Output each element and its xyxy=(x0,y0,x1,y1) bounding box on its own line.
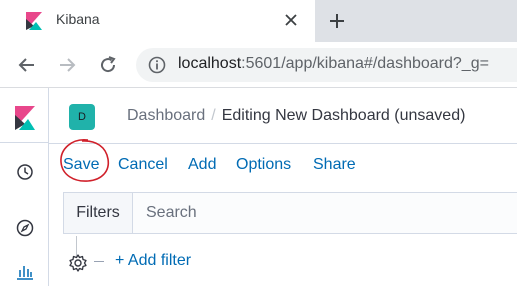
kibana-logo-icon xyxy=(26,12,42,30)
address-bar[interactable]: localhost:5601/app/kibana#/dashboard?_g= xyxy=(136,48,517,82)
options-button[interactable]: Options xyxy=(236,156,291,174)
url-text[interactable]: localhost:5601/app/kibana#/dashboard?_g= xyxy=(178,55,489,73)
info-icon[interactable] xyxy=(148,56,166,74)
space-avatar[interactable]: D xyxy=(69,104,95,130)
kibana-logo-icon[interactable] xyxy=(15,106,35,130)
url-host: localhost xyxy=(178,55,242,72)
plus-icon[interactable] xyxy=(326,10,348,32)
add-button[interactable]: Add xyxy=(188,156,216,174)
gear-icon[interactable] xyxy=(68,253,88,273)
query-bar: Filters xyxy=(63,192,517,234)
breadcrumb-dashboard[interactable]: Dashboard xyxy=(127,107,205,124)
tab-title: Kibana xyxy=(56,11,100,27)
annotation-circle xyxy=(60,139,110,182)
dashboard-top-menu: Save Cancel Add Options Share xyxy=(49,144,517,190)
nav-divider xyxy=(0,142,49,143)
add-filter-button[interactable]: + Add filter xyxy=(115,252,191,270)
breadcrumb-current: Editing New Dashboard (unsaved) xyxy=(221,107,466,124)
url-path: :5601/app/kibana#/dashboard?_g= xyxy=(241,55,489,72)
arrow-left-icon[interactable] xyxy=(14,52,40,78)
arrow-right-icon[interactable] xyxy=(54,52,80,78)
compass-icon[interactable] xyxy=(15,218,35,238)
share-button[interactable]: Share xyxy=(313,156,356,174)
filter-bar-dash xyxy=(94,261,104,262)
browser-window: Kibana localhost:5601/app/kibana#/dashbo… xyxy=(0,0,517,286)
bar-chart-icon[interactable] xyxy=(15,261,35,281)
browser-toolbar: localhost:5601/app/kibana#/dashboard?_g= xyxy=(0,42,517,88)
search-input[interactable] xyxy=(134,193,517,233)
filter-bar: + Add filter xyxy=(63,236,517,286)
browser-tab[interactable]: Kibana xyxy=(0,0,315,42)
kibana-side-nav xyxy=(0,88,49,286)
clock-icon[interactable] xyxy=(15,162,35,182)
close-icon[interactable] xyxy=(281,10,301,30)
filters-label: Filters xyxy=(64,193,133,233)
tab-strip: Kibana xyxy=(0,0,517,42)
breadcrumb-separator: / xyxy=(211,107,216,124)
breadcrumb: Dashboard / Editing New Dashboard (unsaved… xyxy=(127,107,465,125)
cancel-button[interactable]: Cancel xyxy=(118,156,168,174)
reload-icon[interactable] xyxy=(95,52,121,78)
kibana-header: D Dashboard / Editing New Dashboard (unsav… xyxy=(49,88,517,144)
